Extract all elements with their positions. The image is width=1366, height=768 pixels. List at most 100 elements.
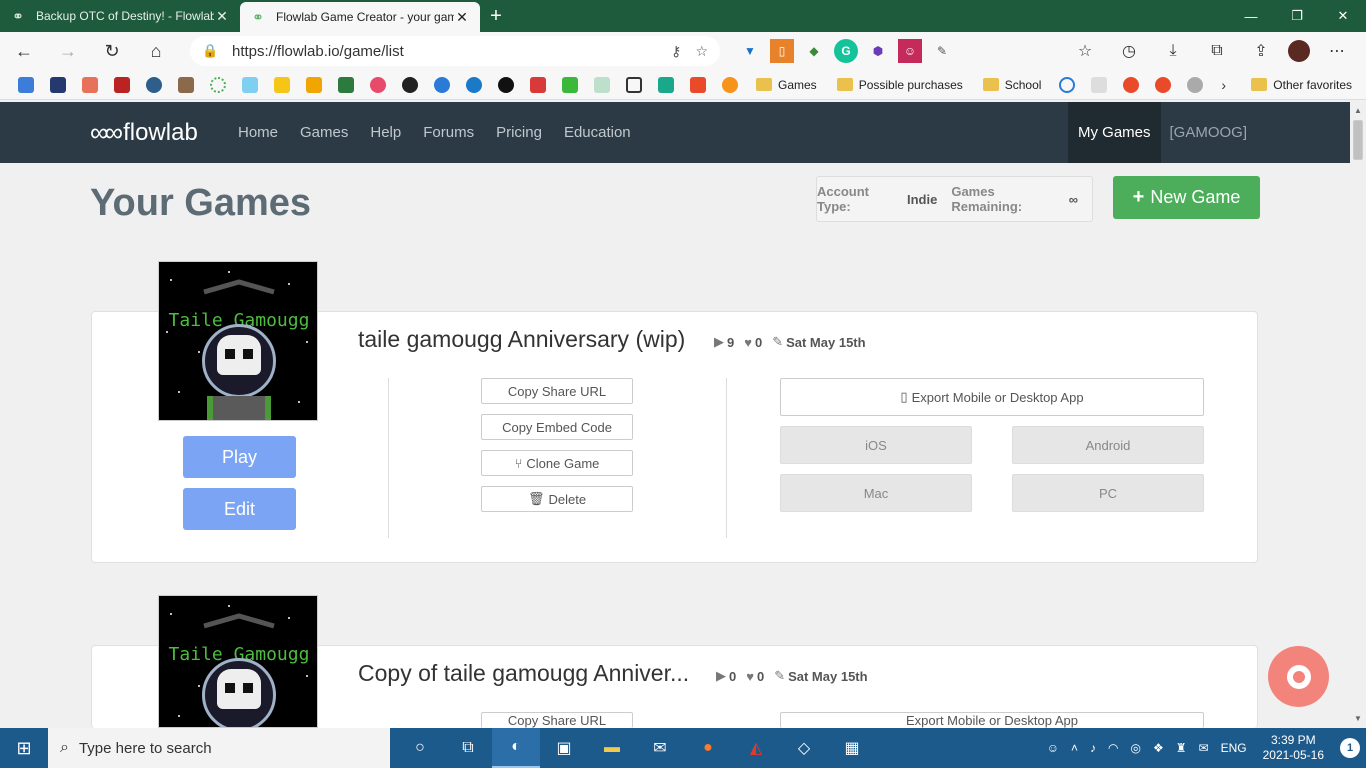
copy-embed-code-button[interactable]: Copy Embed Code: [481, 414, 633, 440]
app-icon[interactable]: ◇: [780, 728, 828, 768]
chevron-right-icon[interactable]: ›: [1221, 77, 1226, 93]
bookmark-icon[interactable]: [146, 76, 162, 93]
grammarly-icon[interactable]: G: [834, 39, 858, 63]
extension-icon[interactable]: ◆: [802, 39, 826, 63]
scrollbar-thumb[interactable]: [1353, 120, 1363, 160]
minimize-icon[interactable]: —: [1228, 0, 1274, 32]
bookmark-icon[interactable]: [466, 76, 482, 93]
calculator-icon[interactable]: ▦: [828, 728, 876, 768]
nav-user[interactable]: [GAMOOG]: [1170, 124, 1248, 141]
add-favorite-icon[interactable]: ☆: [695, 43, 708, 60]
bookmark-icon[interactable]: [1155, 76, 1172, 93]
clone-game-button[interactable]: ⑂ Clone Game: [481, 450, 633, 476]
clock[interactable]: 3:39 PM 2021-05-16: [1263, 733, 1324, 763]
bookmark-icon[interactable]: [402, 76, 418, 93]
export-android-button[interactable]: Android: [1012, 426, 1204, 464]
extension-icon[interactable]: ☺: [898, 39, 922, 63]
wifi-icon[interactable]: ◠: [1108, 741, 1118, 755]
mail-icon[interactable]: ✉: [636, 728, 684, 768]
close-window-icon[interactable]: ✕: [1320, 0, 1366, 32]
game-thumbnail[interactable]: Taile Gamougg: [158, 261, 318, 421]
store-icon[interactable]: ▣: [540, 728, 588, 768]
bookmark-icon[interactable]: [562, 76, 578, 93]
help-button[interactable]: [1268, 646, 1329, 707]
export-app-button[interactable]: Export Mobile or Desktop App: [780, 712, 1204, 728]
tray-app-icon[interactable]: ♜: [1176, 741, 1187, 755]
bookmark-icon[interactable]: [1123, 76, 1140, 93]
bookmark-icon[interactable]: [722, 76, 738, 93]
extension-icon[interactable]: ▯: [770, 39, 794, 63]
bookmark-icon[interactable]: [594, 76, 610, 93]
extension-icon[interactable]: ⬢: [866, 39, 890, 63]
dropbox-icon[interactable]: ❖: [1153, 741, 1164, 755]
collections-icon[interactable]: ⧉: [1200, 37, 1234, 65]
bookmark-folder-possible-purchases[interactable]: Possible purchases: [836, 78, 963, 92]
task-view-icon[interactable]: ⧉: [444, 728, 492, 768]
bookmark-icon[interactable]: [690, 76, 706, 93]
tray-chevron-up-icon[interactable]: ˄: [1071, 741, 1078, 755]
language-indicator[interactable]: ENG: [1221, 741, 1247, 755]
bookmark-folder-other[interactable]: Other favorites: [1251, 78, 1352, 92]
bookmark-icon[interactable]: [434, 76, 450, 93]
nav-help[interactable]: Help: [370, 124, 401, 141]
history-icon[interactable]: ◷: [1112, 37, 1146, 65]
edge-icon[interactable]: ◐: [492, 728, 540, 768]
scroll-down-icon[interactable]: ▼: [1354, 714, 1362, 723]
home-icon[interactable]: ⌂: [136, 35, 176, 67]
bookmark-folder-school[interactable]: School: [982, 78, 1041, 92]
nav-home[interactable]: Home: [238, 124, 278, 141]
nav-games[interactable]: Games: [300, 124, 348, 141]
bookmark-icon[interactable]: [18, 76, 34, 93]
firefox-icon[interactable]: ●: [684, 728, 732, 768]
nav-pricing[interactable]: Pricing: [496, 124, 542, 141]
browser-tab-backup[interactable]: ⚭ Backup OTC of Destiny! - Flowlab ✕: [0, 0, 240, 32]
bookmark-folder-games[interactable]: Games: [756, 78, 817, 92]
page-scrollbar[interactable]: ▲ ▼: [1350, 102, 1366, 727]
bookmark-icon[interactable]: [658, 76, 674, 93]
bookmark-icon[interactable]: [50, 76, 66, 93]
bookmark-icon[interactable]: [274, 76, 290, 93]
refresh-icon[interactable]: ↻: [92, 35, 132, 67]
url-text[interactable]: https://flowlab.io/game/list: [232, 43, 671, 60]
extension-icon[interactable]: ▼: [738, 39, 762, 63]
volume-icon[interactable]: ♪: [1090, 741, 1096, 755]
extension-icon[interactable]: ✎: [930, 39, 954, 63]
address-bar[interactable]: 🔒 https://flowlab.io/game/list ⚷ ☆: [190, 36, 720, 66]
export-pc-button[interactable]: PC: [1012, 474, 1204, 512]
bookmark-icon[interactable]: [498, 76, 514, 93]
key-icon[interactable]: ⚷: [671, 43, 681, 60]
new-game-button[interactable]: + New Game: [1113, 176, 1260, 219]
bookmark-icon[interactable]: [1059, 76, 1076, 93]
bookmark-icon[interactable]: [1091, 76, 1108, 93]
share-icon[interactable]: ⇪: [1244, 37, 1278, 65]
people-icon[interactable]: ☺: [1047, 741, 1059, 755]
notification-badge[interactable]: 1: [1340, 738, 1360, 758]
close-tab-icon[interactable]: ✕: [214, 8, 230, 25]
play-button[interactable]: Play: [183, 436, 296, 478]
scroll-up-icon[interactable]: ▲: [1354, 106, 1362, 115]
tray-app-icon[interactable]: ◎: [1131, 741, 1141, 755]
tray-app-icon[interactable]: ✉: [1199, 741, 1209, 755]
copy-share-url-button[interactable]: Copy Share URL: [481, 378, 633, 404]
lock-icon[interactable]: 🔒: [202, 43, 222, 59]
bookmark-icon[interactable]: [210, 76, 226, 93]
browser-tab-flowlab[interactable]: ⚭ Flowlab Game Creator - your gam ✕: [240, 2, 480, 32]
bookmark-icon[interactable]: [626, 76, 642, 93]
bookmark-icon[interactable]: [306, 76, 322, 93]
nav-forums[interactable]: Forums: [423, 124, 474, 141]
profile-avatar[interactable]: [1288, 40, 1310, 62]
acrobat-icon[interactable]: ◭: [732, 728, 780, 768]
forward-icon[interactable]: →: [48, 35, 88, 67]
delete-button[interactable]: 🗑 Delete: [481, 486, 633, 512]
bookmark-icon[interactable]: [1187, 76, 1204, 93]
copy-share-url-button[interactable]: Copy Share URL: [481, 712, 633, 728]
game-title[interactable]: Copy of taile gamougg Anniver...: [358, 660, 689, 687]
file-explorer-icon[interactable]: ▬: [588, 728, 636, 768]
new-tab-button[interactable]: +: [480, 0, 512, 32]
nav-education[interactable]: Education: [564, 124, 631, 141]
favorites-icon[interactable]: ☆: [1068, 37, 1102, 65]
windows-start-icon[interactable]: ⊞: [0, 728, 48, 768]
bookmark-icon[interactable]: [82, 76, 98, 93]
taskbar-search[interactable]: ⌕ Type here to search: [48, 728, 390, 768]
bookmark-icon[interactable]: [114, 76, 130, 93]
